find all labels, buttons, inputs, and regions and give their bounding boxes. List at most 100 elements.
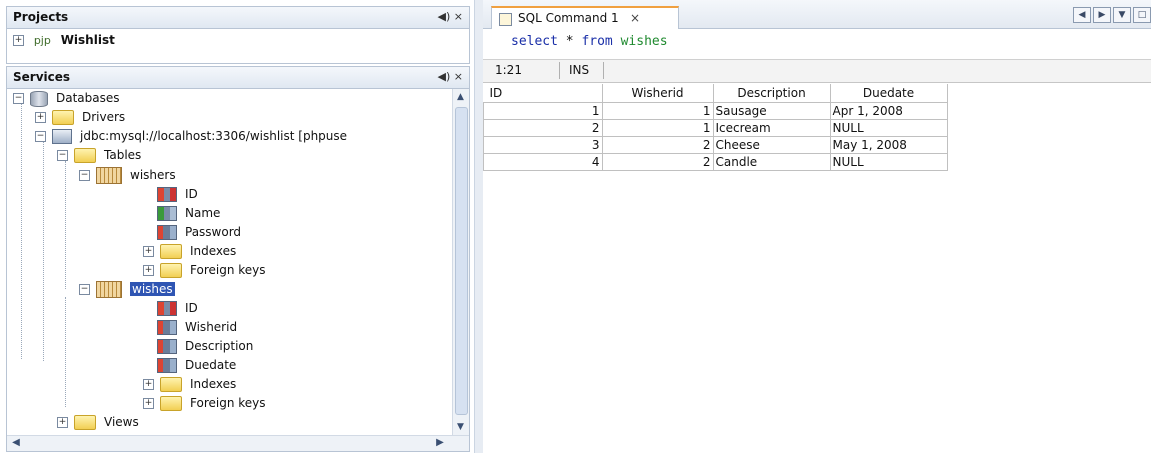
- projects-panel-controls[interactable]: ◀) ×: [438, 10, 463, 23]
- tree-label: Drivers: [82, 110, 126, 124]
- tree-databases[interactable]: − Databases: [13, 89, 120, 108]
- maximize-icon[interactable]: □: [1133, 7, 1151, 23]
- tree-column-name[interactable]: Name: [157, 204, 220, 223]
- collapse-icon[interactable]: −: [13, 93, 24, 104]
- column-header-id[interactable]: ID: [483, 84, 603, 103]
- folder-icon: [74, 415, 96, 430]
- tree-column-id[interactable]: ID: [157, 299, 198, 318]
- scroll-left-icon[interactable]: ◀: [9, 437, 23, 449]
- tab-sql-command-1[interactable]: SQL Command 1 ×: [491, 6, 679, 30]
- expand-icon[interactable]: +: [35, 112, 46, 123]
- tree-label: Indexes: [190, 244, 237, 258]
- cell-wisherid[interactable]: 2: [601, 136, 714, 154]
- column-header-duedate[interactable]: Duedate: [830, 84, 948, 103]
- collapse-icon[interactable]: −: [79, 170, 90, 181]
- expand-icon[interactable]: +: [143, 379, 154, 390]
- sql-text[interactable]: select * from wishes: [511, 34, 668, 49]
- tree-indexes[interactable]: + Indexes: [143, 242, 236, 261]
- tree-views[interactable]: + Views: [57, 413, 139, 432]
- table-header-row: ID Wisherid Description Duedate: [483, 84, 948, 103]
- tree-table-wishers[interactable]: − wishers: [79, 166, 176, 185]
- cell-wisherid[interactable]: 2: [601, 153, 714, 171]
- project-label: Wishlist: [60, 33, 115, 47]
- cell-wisherid[interactable]: 1: [601, 102, 714, 120]
- tree-label: Password: [185, 225, 242, 239]
- database-icon: [30, 90, 48, 107]
- scroll-down-icon[interactable]: ▼: [455, 421, 466, 433]
- tree-tables[interactable]: − Tables: [57, 146, 141, 165]
- tree-drivers[interactable]: + Drivers: [35, 108, 125, 127]
- folder-icon: [160, 263, 182, 278]
- column-header-wisherid[interactable]: Wisherid: [602, 84, 714, 103]
- column-header-description[interactable]: Description: [713, 84, 831, 103]
- expand-icon[interactable]: +: [13, 35, 24, 46]
- cell-id[interactable]: 4: [483, 153, 603, 171]
- tree-label: Tables: [104, 148, 142, 162]
- cell-duedate[interactable]: Apr 1, 2008: [829, 102, 948, 120]
- tree-label: wishers: [130, 168, 176, 182]
- table-icon: [96, 281, 122, 298]
- tree-foreign-keys[interactable]: + Foreign keys: [143, 261, 266, 280]
- services-panel-header: Services ◀) ×: [6, 66, 470, 89]
- folder-icon: [160, 244, 182, 259]
- collapse-icon[interactable]: −: [57, 150, 68, 161]
- collapse-icon[interactable]: −: [79, 284, 90, 295]
- tree-column-description[interactable]: Description: [157, 337, 253, 356]
- collapse-icon[interactable]: −: [35, 131, 46, 142]
- table-row[interactable]: 2 1 Icecream NULL: [483, 119, 948, 137]
- folder-icon: [52, 110, 74, 125]
- cell-id[interactable]: 2: [483, 119, 603, 137]
- tree-connection[interactable]: − jdbc:mysql://localhost:3306/wishlist [p…: [35, 127, 347, 146]
- tree-column-password[interactable]: Password: [157, 223, 241, 242]
- expand-icon[interactable]: +: [143, 246, 154, 257]
- scrollbar-thumb[interactable]: [455, 107, 468, 415]
- folder-icon: [74, 148, 96, 163]
- cell-duedate[interactable]: May 1, 2008: [829, 136, 948, 154]
- sql-keyword-select: select: [511, 34, 558, 49]
- table-row[interactable]: 3 2 Cheese May 1, 2008: [483, 136, 948, 154]
- tree-table-wishes[interactable]: − wishes: [79, 280, 175, 299]
- tree-foreign-keys[interactable]: + Foreign keys: [143, 394, 266, 413]
- tree-column-id[interactable]: ID: [157, 185, 198, 204]
- table-row[interactable]: 4 2 Candle NULL: [483, 153, 948, 171]
- tab-close-icon[interactable]: ×: [630, 11, 640, 25]
- tree-label: ID: [185, 187, 198, 201]
- tree-vertical-scrollbar[interactable]: ▲ ▼: [452, 89, 469, 435]
- tree-label: Views: [104, 415, 139, 429]
- scroll-tabs-left-icon[interactable]: ◀: [1073, 7, 1091, 23]
- tab-list-dropdown-icon[interactable]: ▼: [1113, 7, 1131, 23]
- services-panel-controls[interactable]: ◀) ×: [438, 70, 463, 83]
- scroll-right-icon[interactable]: ▶: [433, 437, 447, 449]
- table-row[interactable]: 1 1 Sausage Apr 1, 2008: [483, 102, 948, 120]
- cell-duedate[interactable]: NULL: [829, 153, 948, 171]
- cell-wisherid[interactable]: 1: [601, 119, 714, 137]
- expand-icon[interactable]: +: [143, 265, 154, 276]
- projects-panel-title: Projects: [13, 10, 69, 24]
- cell-description[interactable]: Candle: [712, 153, 831, 171]
- cell-id[interactable]: 1: [483, 102, 603, 120]
- tree-column-duedate[interactable]: Duedate: [157, 356, 236, 375]
- project-item-wishlist[interactable]: + pjp Wishlist: [13, 31, 115, 50]
- unique-column-icon: [157, 206, 177, 221]
- cell-description[interactable]: Sausage: [712, 102, 831, 120]
- scroll-tabs-right-icon[interactable]: ▶: [1093, 7, 1111, 23]
- expand-icon[interactable]: +: [143, 398, 154, 409]
- tree-indexes[interactable]: + Indexes: [143, 375, 236, 394]
- tree-label: Name: [185, 206, 221, 220]
- tree-column-wisherid[interactable]: Wisherid: [157, 318, 237, 337]
- tab-label: SQL Command 1: [518, 11, 619, 25]
- tree-horizontal-scrollbar[interactable]: ◀ ▶: [7, 435, 469, 451]
- tree-label: Foreign keys: [190, 263, 266, 277]
- scroll-up-icon[interactable]: ▲: [455, 91, 466, 103]
- cell-id[interactable]: 3: [483, 136, 603, 154]
- column-icon: [157, 358, 177, 373]
- column-icon: [157, 339, 177, 354]
- sql-editor[interactable]: select * from wishes: [483, 29, 1151, 59]
- expand-icon[interactable]: +: [57, 417, 68, 428]
- primary-key-column-icon: [157, 187, 177, 202]
- cell-description[interactable]: Icecream: [712, 119, 831, 137]
- tree-label: ID: [185, 301, 198, 315]
- column-icon: [157, 320, 177, 335]
- cell-duedate[interactable]: NULL: [829, 119, 948, 137]
- cell-description[interactable]: Cheese: [712, 136, 831, 154]
